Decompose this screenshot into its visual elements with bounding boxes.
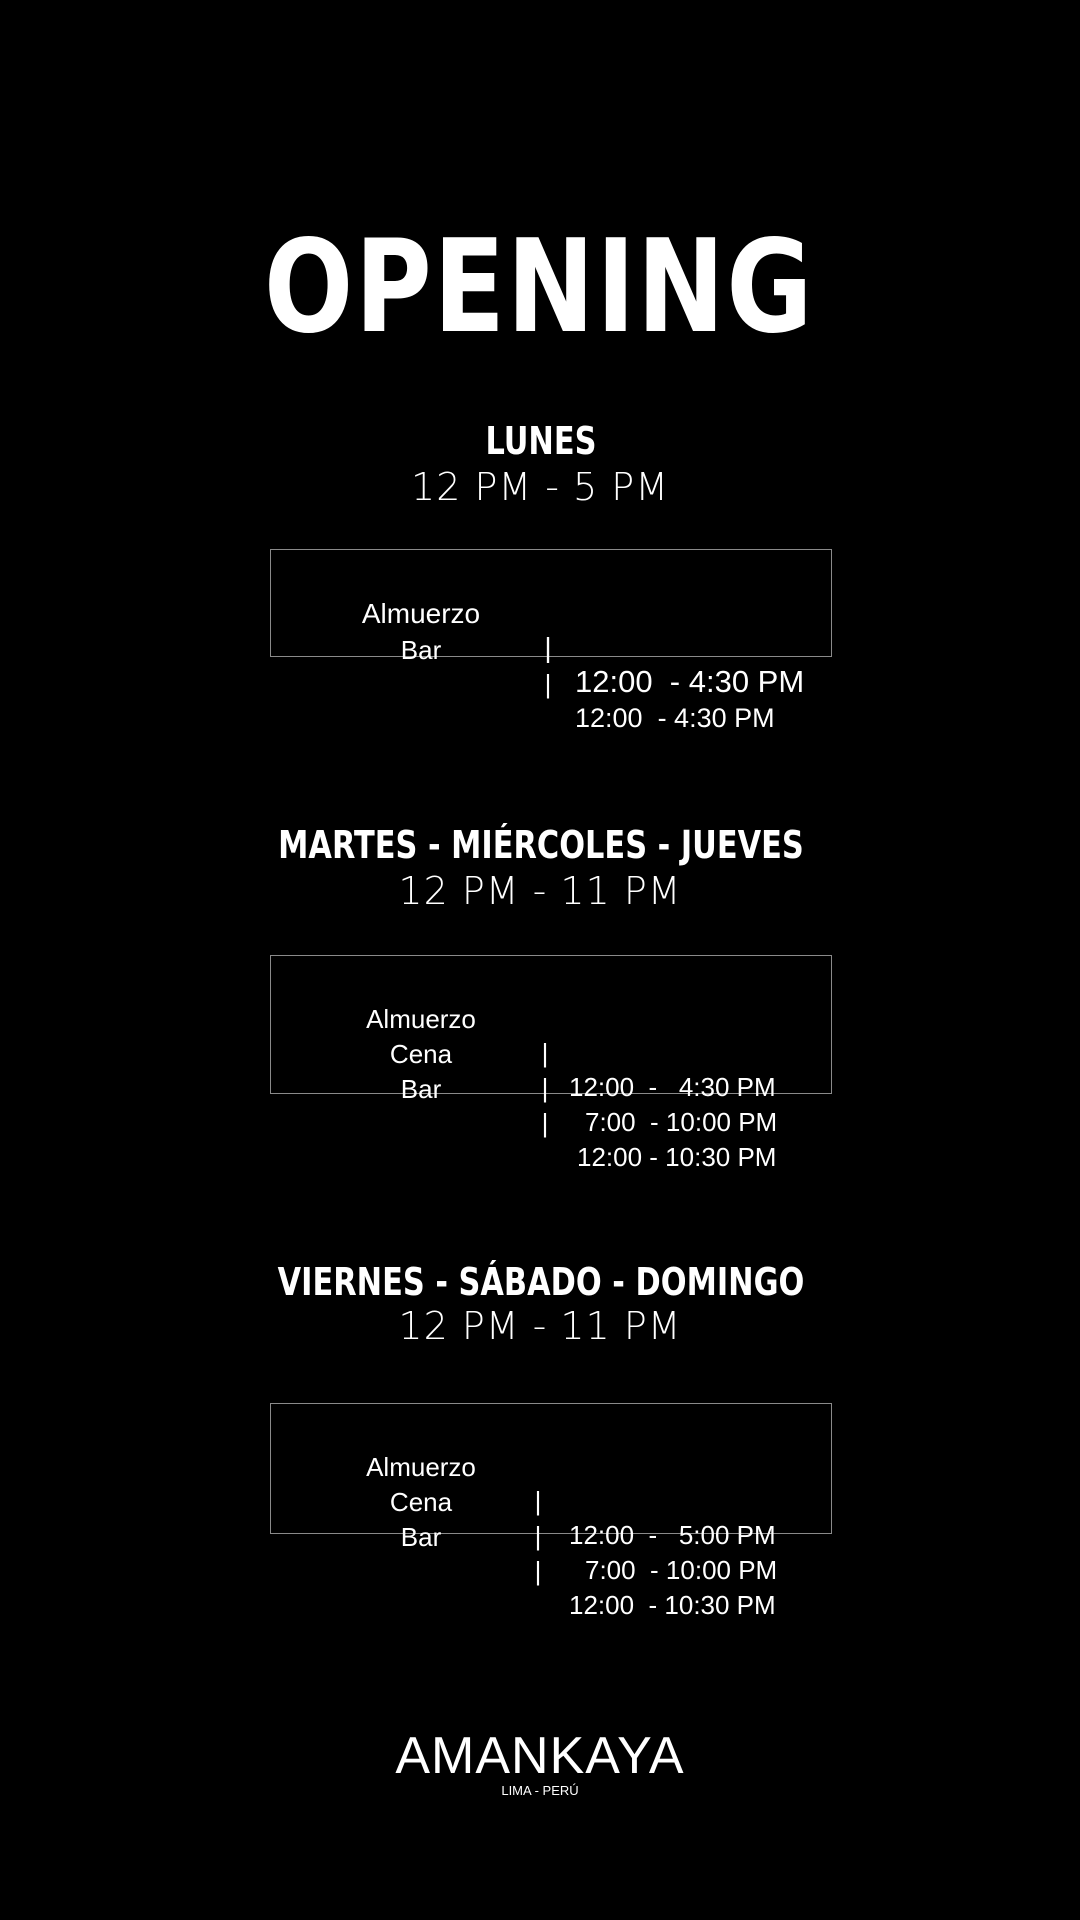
service-row: Almuerzo | 12:00 - 5:00 PM bbox=[271, 1416, 831, 1550]
section-weekend-days: VIERNES - SÁBADO - DOMINGO bbox=[277, 1260, 805, 1304]
service-separator: | bbox=[541, 1108, 549, 1138]
service-separator: | bbox=[544, 632, 552, 663]
brand-location: LIMA - PERÚ bbox=[501, 1783, 579, 1798]
service-separator: | bbox=[534, 1556, 542, 1586]
section-lunes-hours: 12 PM - 5 PM bbox=[411, 465, 669, 509]
service-row: Almuerzo | 12:00 - 4:30 PM bbox=[271, 968, 831, 1102]
service-separator: | bbox=[544, 669, 552, 699]
service-time: 12:00 - 4:30 PM bbox=[575, 664, 805, 699]
service-row: Almuerzo | 12:00 - 4:30 PM bbox=[271, 563, 831, 699]
service-time: 12:00 - 4:30 PM bbox=[569, 1072, 776, 1102]
service-name: Bar bbox=[400, 635, 442, 665]
service-time: 7:00 - 10:00 PM bbox=[585, 1555, 778, 1585]
service-row: Cena | 7:00 - 10:00 PM bbox=[271, 1451, 831, 1585]
service-row: Cena | 7:00 - 10:00 PM bbox=[271, 1003, 831, 1137]
section-weekday-services-box: Almuerzo | 12:00 - 4:30 PM Cena | 7:00 -… bbox=[270, 955, 832, 1172]
service-time: 12:00 - 4:30 PM bbox=[575, 703, 775, 733]
service-separator: | bbox=[541, 1073, 549, 1103]
service-time: 12:00 - 10:30 PM bbox=[569, 1590, 776, 1620]
section-weekday-hours: 12 PM - 11 PM bbox=[398, 869, 682, 913]
service-row: Bar | 12:00 - 4:30 PM bbox=[271, 599, 831, 733]
brand-logo: AMANKAYA bbox=[395, 1727, 685, 1785]
service-time: 12:00 - 5:00 PM bbox=[569, 1520, 776, 1550]
service-row: Bar | 12:00 - 10:30 PM bbox=[271, 1486, 831, 1620]
page-title: OPENING bbox=[263, 213, 815, 362]
service-row: Bar | 12:00 - 10:30 PM bbox=[271, 1038, 831, 1172]
service-name: Bar bbox=[400, 1522, 442, 1552]
service-time: 7:00 - 10:00 PM bbox=[585, 1107, 778, 1137]
section-weekend-services-box: Almuerzo | 12:00 - 5:00 PM Cena | 7:00 -… bbox=[270, 1403, 832, 1620]
section-weekend-hours: 12 PM - 11 PM bbox=[398, 1304, 682, 1348]
service-time: 12:00 - 10:30 PM bbox=[577, 1142, 777, 1172]
section-lunes-services-box: Almuerzo | 12:00 - 4:30 PM Bar | 12:00 -… bbox=[270, 549, 832, 733]
opening-hours-poster: OPENING LUNES 12 PM - 5 PM Almuerzo | 12… bbox=[0, 0, 1080, 1920]
service-separator: | bbox=[534, 1521, 542, 1551]
section-lunes-days: LUNES bbox=[485, 419, 597, 463]
section-weekday-days: MARTES - MIÉRCOLES - JUEVES bbox=[278, 823, 804, 867]
service-name: Bar bbox=[400, 1074, 442, 1104]
